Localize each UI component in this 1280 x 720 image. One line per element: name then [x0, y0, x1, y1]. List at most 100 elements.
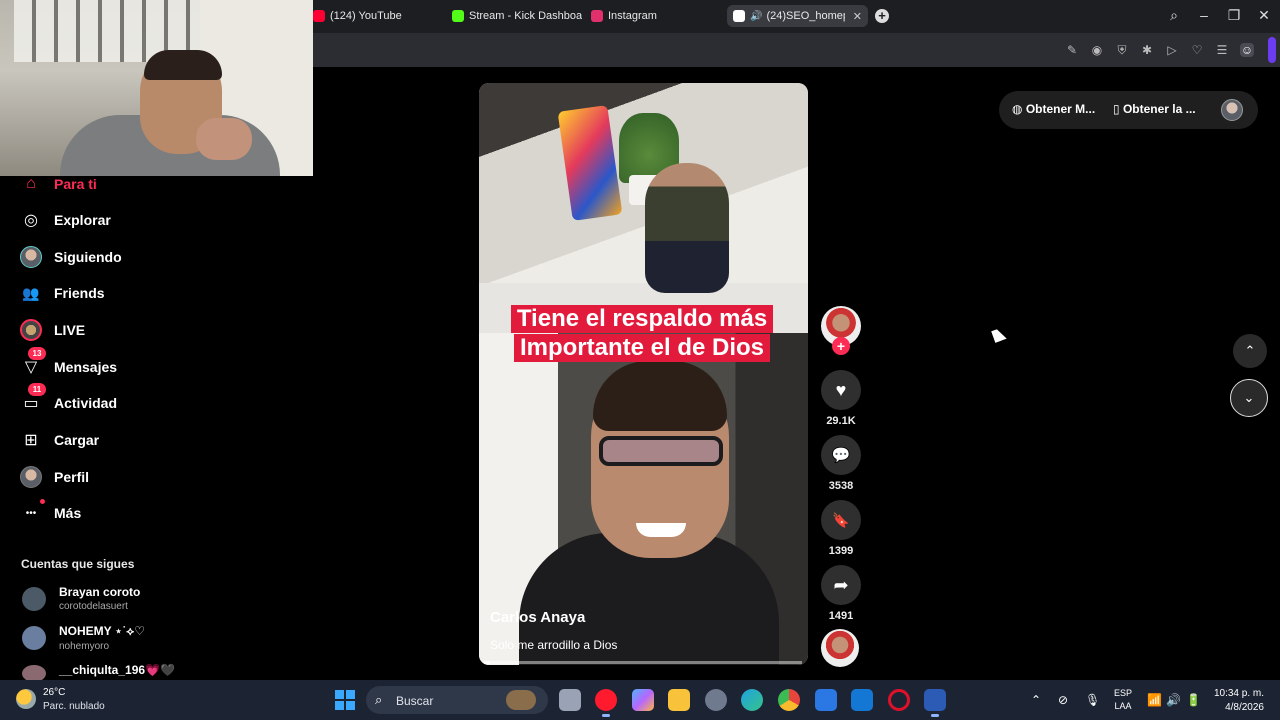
- speaker-icon: 🔊: [750, 10, 763, 22]
- camera-icon[interactable]: ◉: [1090, 43, 1104, 57]
- photos-app-icon[interactable]: [705, 689, 727, 711]
- scrollbar[interactable]: [1268, 37, 1276, 63]
- video-author[interactable]: Carlos Anaya: [490, 609, 585, 626]
- heart-icon[interactable]: ♡: [1190, 43, 1204, 57]
- file-manager-app-icon[interactable]: [559, 689, 581, 711]
- word-app-icon[interactable]: [924, 689, 946, 717]
- chrome-app-icon[interactable]: [778, 689, 800, 711]
- sidebar-item-actividad[interactable]: ▭ 11 Actividad: [20, 383, 117, 415]
- search-highlight-icon: [506, 690, 536, 710]
- activity-badge: 11: [28, 383, 46, 396]
- search-tabs-icon[interactable]: ⌕: [1164, 7, 1184, 24]
- shield-icon[interactable]: ⛨: [1115, 43, 1129, 57]
- sidebar-item-siguiendo[interactable]: Siguiendo: [20, 245, 122, 269]
- tray-app-icon[interactable]: ⊘: [1058, 693, 1068, 707]
- account-avatar: [22, 587, 46, 611]
- video-speaker-glasses: [599, 436, 723, 466]
- video-player[interactable]: [479, 83, 808, 665]
- user-avatar[interactable]: [1221, 99, 1243, 121]
- edge-app-icon[interactable]: [741, 689, 763, 711]
- weather-icon[interactable]: [16, 689, 36, 709]
- folder-app-icon[interactable]: [668, 689, 690, 711]
- copilot-app-icon[interactable]: [632, 689, 654, 711]
- like-button[interactable]: ♥: [821, 370, 861, 410]
- sidebar-item-cargar[interactable]: ⊞ Cargar: [20, 428, 99, 452]
- opera-app-icon[interactable]: [595, 689, 617, 717]
- tab-kick-dashboard[interactable]: Stream - Kick Dashboard: [452, 6, 582, 26]
- comment-count: 3538: [828, 480, 854, 492]
- comment-button[interactable]: 💬: [821, 435, 861, 475]
- restore-button[interactable]: ❐: [1224, 7, 1244, 24]
- sidebar-item-perfil[interactable]: Perfil: [20, 465, 89, 489]
- windows-taskbar: 26°C Parc. nublado ⌕ Buscar ⌃ ⊘ 🎙 ESP LA…: [0, 680, 1280, 720]
- previous-video-button[interactable]: ⌃: [1233, 334, 1267, 368]
- account-name: Brayan coroto: [59, 585, 141, 599]
- save-count: 1399: [828, 545, 854, 557]
- play-icon[interactable]: ▷: [1165, 43, 1179, 57]
- get-coins-button[interactable]: ◍ Obtener M...: [1012, 102, 1095, 116]
- tab-tiktok-active[interactable]: 🔊 (24)SEO_homepage ✕: [727, 5, 868, 27]
- wifi-icon[interactable]: 📶: [1147, 693, 1162, 707]
- live-icon: [20, 319, 42, 341]
- start-button[interactable]: [335, 690, 355, 710]
- outlook-app-icon[interactable]: [851, 689, 873, 711]
- profile-avatar-icon: [20, 466, 42, 488]
- close-tab-icon[interactable]: ✕: [853, 10, 862, 23]
- volume-icon[interactable]: 🔊: [1166, 693, 1181, 707]
- youtube-icon: [313, 10, 325, 22]
- tab-label: (124) YouTube: [330, 10, 402, 22]
- minimize-button[interactable]: –: [1194, 7, 1214, 23]
- profile-icon[interactable]: ☺: [1240, 43, 1254, 57]
- sound-avatar[interactable]: [821, 629, 859, 667]
- more-glyph: •••: [25, 507, 37, 519]
- get-app-button[interactable]: ▯ Obtener la ...: [1113, 102, 1196, 116]
- notification-dot: [40, 499, 45, 504]
- sidebar-item-mas[interactable]: ••• Más: [20, 499, 81, 525]
- keyboard-layout: LAA: [1114, 701, 1132, 711]
- follow-button[interactable]: +: [832, 337, 850, 355]
- opera-gx-app-icon[interactable]: [888, 689, 910, 711]
- sidebar-item-label: Perfil: [54, 469, 90, 485]
- sidebar-item-para-ti[interactable]: ⌂ Para ti: [20, 172, 97, 196]
- browser-toolbar: ✎ ◉ ⛨ ✱ ▷ ♡ ☰ ☺: [313, 33, 1280, 67]
- system-clock[interactable]: 10:34 p. m. 4/8/2026: [1210, 687, 1264, 715]
- menu-icon[interactable]: ☰: [1215, 43, 1229, 57]
- new-tab-button[interactable]: +: [875, 9, 889, 23]
- sidebar-item-live[interactable]: LIVE: [20, 318, 85, 342]
- close-window-button[interactable]: ✕: [1254, 7, 1274, 24]
- language-indicator[interactable]: ESP LAA: [1114, 687, 1132, 713]
- sidebar-item-label: LIVE: [54, 322, 86, 338]
- comment-icon: 💬: [831, 447, 851, 464]
- next-video-button[interactable]: ⌄: [1230, 379, 1268, 417]
- extension-icon[interactable]: ✱: [1140, 43, 1154, 57]
- get-coins-label: Obtener M...: [1025, 102, 1096, 116]
- video-kneeling-person: [645, 163, 729, 293]
- share-button[interactable]: ➦: [821, 565, 861, 605]
- video-progress-bar[interactable]: [484, 661, 802, 664]
- sidebar-item-label: Siguiendo: [54, 249, 122, 265]
- coins-icon: ◍: [1012, 102, 1026, 116]
- clock-time: 10:34 p. m.: [1213, 688, 1264, 699]
- battery-icon[interactable]: 🔋: [1186, 693, 1201, 707]
- tiktok-icon: [733, 10, 745, 22]
- tray-overflow-icon[interactable]: ⌃: [1031, 693, 1041, 707]
- tab-youtube[interactable]: (124) YouTube: [313, 6, 402, 26]
- sidebar-item-friends[interactable]: 👥 Friends: [20, 281, 104, 305]
- edit-icon[interactable]: ✎: [1065, 43, 1079, 57]
- followed-account[interactable]: Brayan coroto corotodelasuert: [22, 585, 140, 612]
- save-button[interactable]: 🔖: [821, 500, 861, 540]
- store-app-icon[interactable]: [815, 689, 837, 711]
- sidebar-item-mensajes[interactable]: ▽ 13 Mensajes: [20, 347, 117, 379]
- tab-instagram[interactable]: Instagram: [591, 6, 657, 26]
- following-avatar-icon: [20, 246, 42, 268]
- video-description: Solo me arrodillo a Dios: [490, 638, 618, 652]
- followed-account[interactable]: NOHEMY ⋆˙⟡♡ nohemyoro: [22, 624, 145, 652]
- weather-description: Parc. nublado: [43, 701, 105, 712]
- sidebar-item-label: Actividad: [54, 395, 118, 411]
- microphone-icon[interactable]: 🎙: [1085, 693, 1100, 707]
- sidebar-item-explorar[interactable]: ◎ Explorar: [20, 208, 111, 232]
- friends-icon: 👥: [22, 284, 40, 301]
- taskbar-search[interactable]: ⌕ Buscar: [366, 686, 548, 714]
- webcam-overlay: [0, 0, 313, 176]
- sidebar-item-label: Para ti: [54, 176, 97, 192]
